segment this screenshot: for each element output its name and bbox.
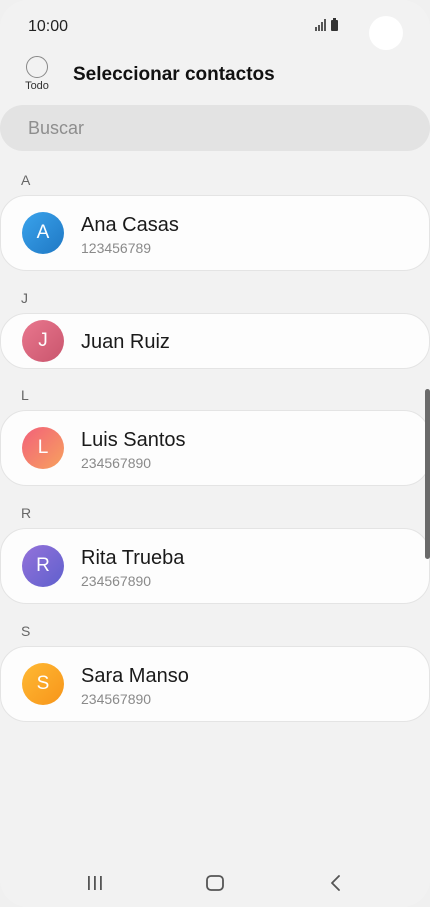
contact-name: Juan Ruiz [81,331,170,353]
phone-screen: 10:00 Todo Seleccionar contactos A A Ana… [0,0,430,907]
navigation-bar [0,862,430,902]
contact-number: 234567890 [81,573,152,589]
section-header-j: J [21,290,28,306]
contact-row-ana-casas[interactable]: A Ana Casas 123456789 [0,195,430,271]
contact-number: 234567890 [81,455,152,471]
contact-row-luis-santos[interactable]: L Luis Santos 234567890 [0,410,430,486]
contact-number: 234567890 [81,691,152,707]
contact-name: Luis Santos [81,429,186,451]
scrollbar-handle[interactable] [425,389,430,559]
contact-name: Rita Trueba [81,547,185,569]
status-bar: 10:00 [0,0,430,52]
signal-icon [315,19,326,31]
page-title: Seleccionar contactos [73,64,275,85]
contact-number: 123456789 [81,240,152,256]
header: Todo Seleccionar contactos [0,52,430,100]
recents-icon [88,876,102,890]
search-input[interactable] [26,116,410,140]
contact-name: Sara Manso [81,665,189,687]
back-icon [331,875,340,891]
camera-cutout [369,16,403,50]
status-time: 10:00 [28,18,69,35]
back-button[interactable] [321,870,351,896]
contact-row-rita-trueba[interactable]: R Rita Trueba 234567890 [0,528,430,604]
avatar: L [22,427,64,469]
contact-name: Ana Casas [81,214,179,236]
checkbox-circle-icon [26,56,48,78]
section-header-s: S [21,623,31,639]
select-all-checkbox[interactable]: Todo [20,56,54,92]
avatar: A [22,212,64,254]
status-icons [315,18,338,31]
section-header-a: A [21,172,31,188]
select-all-label: Todo [25,80,49,92]
battery-icon [331,18,338,31]
avatar: J [22,320,64,362]
search-bar[interactable] [0,105,430,151]
home-icon [206,875,224,891]
avatar: R [22,545,64,587]
section-header-l: L [21,387,29,403]
contact-row-sara-manso[interactable]: S Sara Manso 234567890 [0,646,430,722]
avatar: S [22,663,64,705]
recents-button[interactable] [80,870,110,896]
contact-row-juan-ruiz[interactable]: J Juan Ruiz [0,313,430,369]
section-header-r: R [21,505,32,521]
home-button[interactable] [200,870,230,896]
